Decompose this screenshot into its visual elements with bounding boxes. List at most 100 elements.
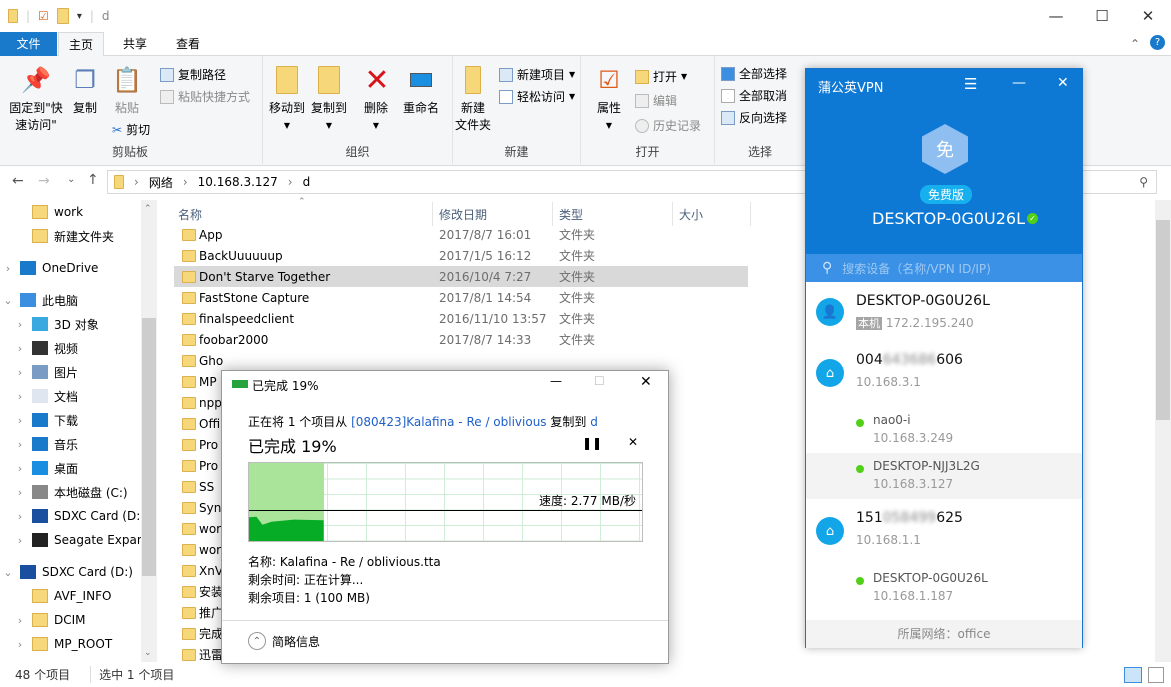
copy-to-button[interactable]: 复制到 ▼ xyxy=(309,64,349,134)
tab-view[interactable]: 查看 xyxy=(166,32,210,57)
chevron-right-icon[interactable]: › xyxy=(14,318,26,331)
chevron-right-icon[interactable]: › xyxy=(14,638,26,651)
nav-item[interactable]: › 本地磁盘 (C:) xyxy=(14,481,128,503)
menu-icon[interactable]: ☰ xyxy=(964,75,977,93)
nav-item[interactable]: AVF_INFO xyxy=(14,585,111,607)
file-list-scrollbar-thumb[interactable] xyxy=(1156,220,1170,420)
cancel-button[interactable]: ✕ xyxy=(628,435,638,449)
nav-item[interactable]: › 音乐 xyxy=(14,433,78,455)
chevron-right-icon[interactable]: › xyxy=(14,438,26,451)
breadcrumb-host[interactable]: 10.168.3.127 xyxy=(198,175,278,189)
dest-link[interactable]: d xyxy=(590,415,598,429)
large-icons-view-icon[interactable] xyxy=(1148,667,1164,683)
chevron-right-icon[interactable]: › xyxy=(2,262,14,275)
properties-button[interactable]: ☑ 属性 ▼ xyxy=(591,64,627,134)
collapse-ribbon-icon[interactable]: ⌃ xyxy=(1130,37,1140,51)
chevron-down-icon[interactable]: ⌄ xyxy=(2,566,14,579)
cut-button[interactable]: ✂ 剪切 xyxy=(112,121,150,138)
less-details-button[interactable]: ⌃ 简略信息 xyxy=(248,632,320,650)
customize-qat-icon[interactable]: ▾ xyxy=(77,11,82,22)
vpn-minimize-button[interactable]: — xyxy=(1012,75,1026,91)
forward-arrow-icon[interactable]: → xyxy=(38,173,50,189)
device-search-input[interactable]: ⚲ 搜索设备（名称/VPN ID/IP) xyxy=(806,254,1082,282)
nav-item[interactable]: › 下载 xyxy=(14,409,78,431)
nav-scrollbar-thumb[interactable] xyxy=(142,318,156,576)
nav-item[interactable]: work xyxy=(14,201,83,223)
chevron-right-icon[interactable]: › xyxy=(14,366,26,379)
vpn-member[interactable]: DESKTOP-NJJ3L2G 10.168.3.127 xyxy=(806,453,1082,499)
new-folder-button[interactable]: 新建 文件夹 xyxy=(453,64,493,134)
breadcrumb-folder[interactable]: d xyxy=(303,175,311,189)
easy-access-button[interactable]: 轻松访问 ▼ xyxy=(499,88,575,105)
file-row[interactable]: App 2017/8/7 16:01 文件夹 xyxy=(174,224,748,245)
column-size[interactable]: 大小 xyxy=(679,206,703,223)
up-arrow-icon[interactable]: ↑ xyxy=(87,172,99,188)
edit-button[interactable]: 编辑 xyxy=(635,92,677,109)
nav-item[interactable]: › 视频 xyxy=(14,337,78,359)
column-type[interactable]: 类型 xyxy=(559,206,583,223)
file-row[interactable]: Gho xyxy=(174,350,748,371)
properties-icon[interactable]: ☑ xyxy=(38,9,49,23)
nav-item[interactable]: › MP_ROOT xyxy=(14,633,112,655)
details-view-icon[interactable] xyxy=(1124,667,1142,683)
chevron-right-icon[interactable]: › xyxy=(14,414,26,427)
history-button[interactable]: 历史记录 xyxy=(635,117,701,134)
delete-button[interactable]: ✕ 删除 ▼ xyxy=(361,64,391,134)
file-row[interactable]: foobar2000 2017/8/7 14:33 文件夹 xyxy=(174,329,748,350)
nav-item[interactable]: › 图片 xyxy=(14,361,78,383)
paste-button[interactable]: 📋 粘贴 xyxy=(108,64,146,117)
recent-locations-icon[interactable]: ⌄ xyxy=(67,174,75,185)
column-date[interactable]: 修改日期 xyxy=(439,206,487,223)
select-none-button[interactable]: 全部取消 xyxy=(721,87,787,104)
nav-item[interactable]: › 桌面 xyxy=(14,457,78,479)
column-name[interactable]: 名称 xyxy=(178,206,202,223)
chevron-right-icon[interactable]: › xyxy=(14,510,26,523)
nav-item[interactable]: 新建文件夹 xyxy=(14,225,114,247)
file-row[interactable]: BackUuuuuup 2017/1/5 16:12 文件夹 xyxy=(174,245,748,266)
dialog-close-button[interactable]: ✕ xyxy=(640,374,652,390)
chevron-right-icon[interactable]: › xyxy=(14,614,26,627)
vpn-member[interactable]: DESKTOP-0G0U26L 10.168.1.187 xyxy=(806,565,1082,611)
maximize-button[interactable]: ☐ xyxy=(1079,0,1125,32)
new-folder-icon[interactable] xyxy=(56,8,69,24)
copy-path-button[interactable]: 复制路径 xyxy=(160,66,226,83)
close-button[interactable]: ✕ xyxy=(1125,0,1171,32)
vpn-group[interactable]: ⌂ 004643686606 10.168.3.1 xyxy=(806,347,1082,407)
chevron-right-icon[interactable]: › xyxy=(14,486,26,499)
open-button[interactable]: 打开 ▼ xyxy=(635,68,687,85)
nav-item[interactable]: › DCIM xyxy=(14,609,86,631)
paste-shortcut-button[interactable]: 粘贴快捷方式 xyxy=(160,88,250,105)
nav-item[interactable]: › OneDrive xyxy=(2,257,98,279)
chevron-right-icon[interactable]: › xyxy=(14,534,26,547)
rename-button[interactable]: 重命名 xyxy=(397,64,445,117)
chevron-right-icon[interactable]: › xyxy=(14,390,26,403)
source-link[interactable]: [080423]Kalafina - Re / oblivious xyxy=(351,415,546,429)
nav-item[interactable]: ⌄ 此电脑 xyxy=(2,289,78,311)
self-device[interactable]: 👤 DESKTOP-0G0U26L 本机 172.2.195.240 xyxy=(806,287,1082,347)
tab-file[interactable]: 文件 xyxy=(0,32,57,57)
tab-share[interactable]: 共享 xyxy=(113,32,157,57)
move-to-button[interactable]: 移动到 ▼ xyxy=(267,64,307,134)
chevron-right-icon[interactable]: › xyxy=(14,462,26,475)
nav-item[interactable]: ⌄ SDXC Card (D:) xyxy=(2,561,133,583)
breadcrumb-network[interactable]: 网络 xyxy=(149,174,173,191)
file-list-scrollbar[interactable] xyxy=(1155,200,1171,662)
chevron-down-icon[interactable]: ⌄ xyxy=(2,294,14,307)
search-icon[interactable]: ⚲ xyxy=(1139,175,1148,189)
file-row[interactable]: finalspeedclient 2016/11/10 13:57 文件夹 xyxy=(174,308,748,329)
minimize-button[interactable]: — xyxy=(1033,0,1079,32)
pause-button[interactable]: ❚❚ xyxy=(582,436,602,450)
nav-item[interactable]: › Seagate Expan xyxy=(14,529,141,551)
file-row[interactable]: FastStone Capture 2017/8/1 14:54 文件夹 xyxy=(174,287,748,308)
scroll-up-icon[interactable]: ⌃ xyxy=(144,204,152,214)
tab-home[interactable]: 主页 xyxy=(58,32,105,57)
chevron-right-icon[interactable]: › xyxy=(14,342,26,355)
nav-item[interactable]: › SDXC Card (D:) xyxy=(14,505,141,527)
pin-quick-access-button[interactable]: 📌 固定到"快 速访问" xyxy=(6,64,66,134)
dialog-minimize-button[interactable]: — xyxy=(550,374,562,388)
vpn-group[interactable]: ⌂ 151058499625 10.168.1.1 xyxy=(806,505,1082,565)
file-row[interactable]: Don't Starve Together 2016/10/4 7:27 文件夹 xyxy=(174,266,748,287)
invert-selection-button[interactable]: 反向选择 xyxy=(721,109,787,126)
vpn-member[interactable]: nao0-i 10.168.3.249 xyxy=(806,407,1082,453)
help-icon[interactable]: ? xyxy=(1150,35,1165,50)
